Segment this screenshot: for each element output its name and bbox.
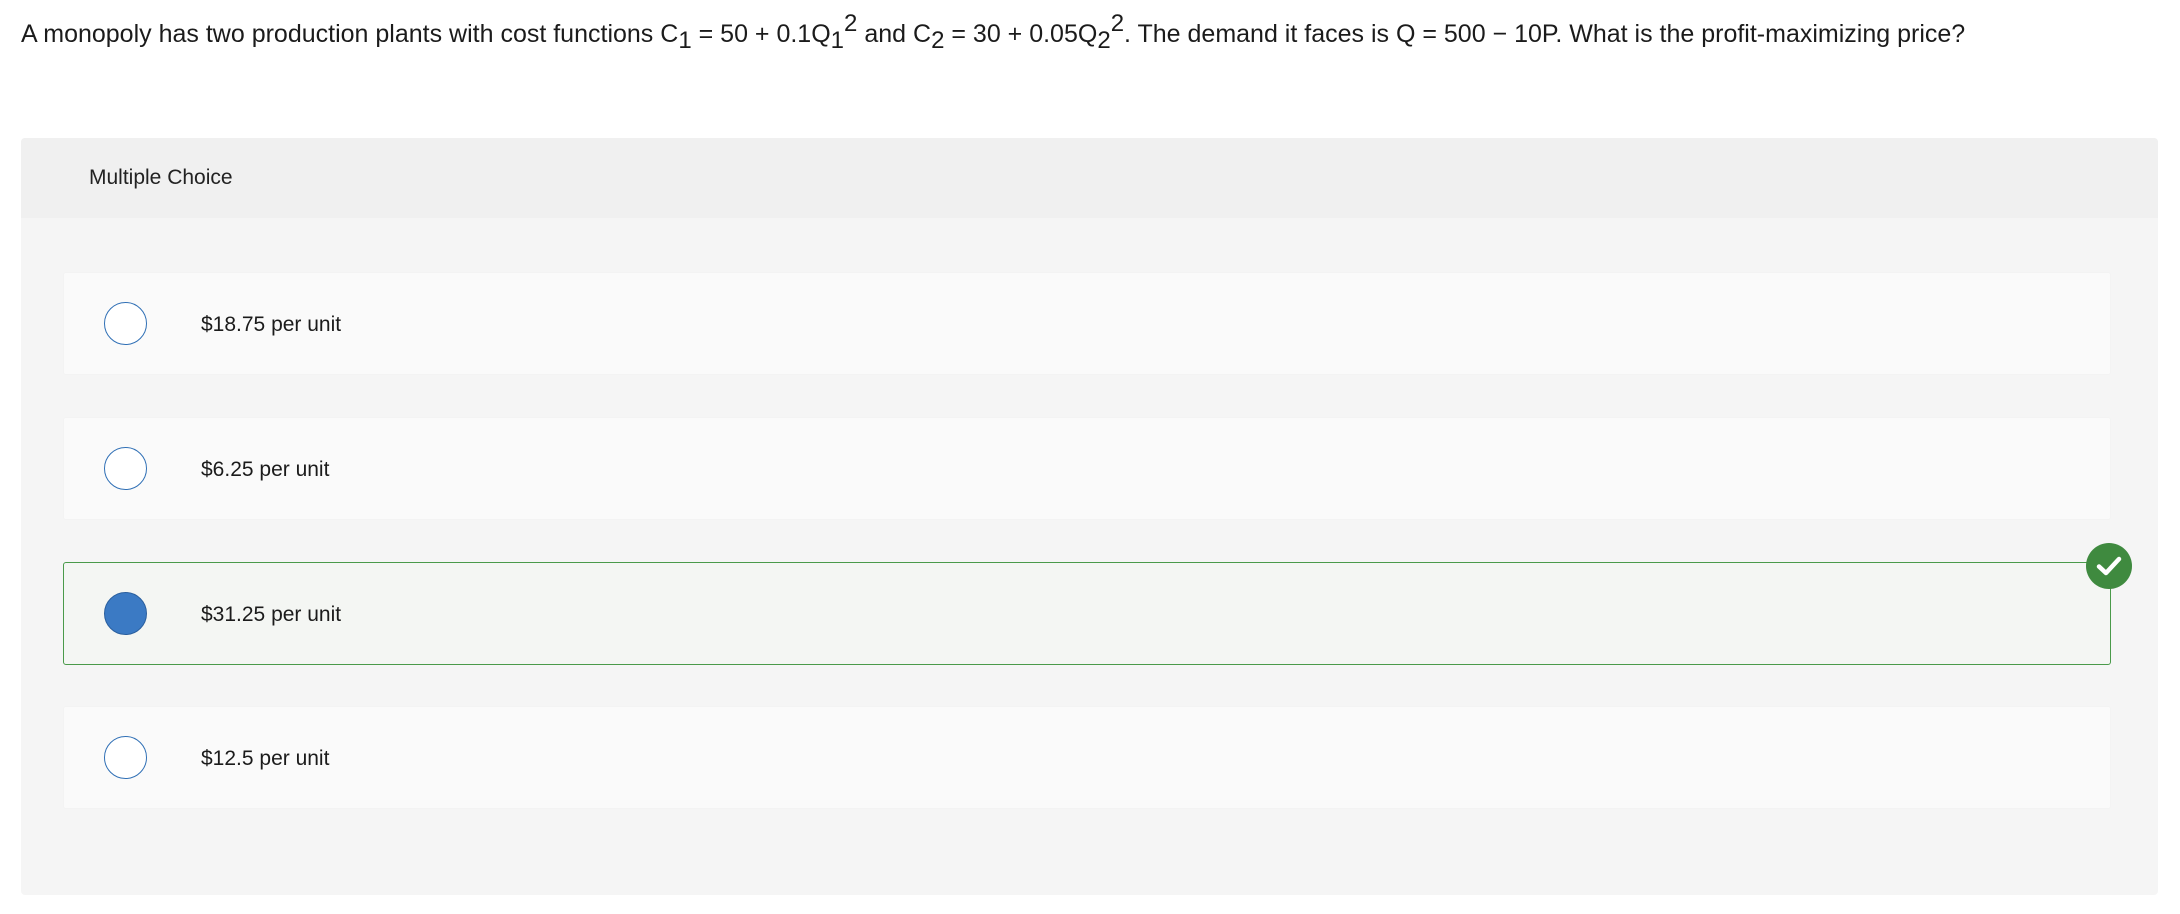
radio-button[interactable]: [104, 736, 147, 779]
question-part: A monopoly has two production plants wit…: [21, 20, 679, 48]
subscript: 1: [678, 27, 692, 54]
radio-button-selected[interactable]: [104, 592, 147, 635]
answer-option-3[interactable]: $31.25 per unit: [63, 562, 2111, 665]
subscript: 1: [830, 27, 845, 54]
multiple-choice-panel: Multiple Choice $18.75 per unit $6.25 pe…: [21, 138, 2158, 895]
answer-option-label: $31.25 per unit: [201, 603, 342, 626]
multiple-choice-title: Multiple Choice: [89, 166, 233, 189]
superscript: 2: [844, 10, 858, 37]
answer-option-2[interactable]: $6.25 per unit: [63, 417, 2111, 520]
answer-option-label: $12.5 per unit: [201, 747, 330, 770]
radio-button[interactable]: [104, 302, 147, 345]
answer-option-label: $18.75 per unit: [201, 313, 342, 336]
checkmark-icon: [2096, 556, 2122, 576]
subscript: 2: [1097, 27, 1111, 54]
question-part: and C: [857, 20, 932, 48]
multiple-choice-header: Multiple Choice: [21, 138, 2158, 218]
checkmark-circle-icon: [2086, 543, 2132, 589]
radio-button[interactable]: [104, 447, 147, 490]
question-text: A monopoly has two production plants wit…: [21, 12, 2141, 54]
answer-option-4[interactable]: $12.5 per unit: [63, 706, 2111, 809]
answer-option-1[interactable]: $18.75 per unit: [63, 272, 2111, 375]
question-part: = 50 + 0.1Q: [691, 20, 831, 48]
subscript: 2: [931, 27, 945, 54]
question-part: . The demand it faces is Q = 500 − 10P. …: [1124, 20, 1966, 48]
superscript: 2: [1110, 10, 1125, 37]
answer-option-label: $6.25 per unit: [201, 458, 330, 481]
question-part: = 30 + 0.05Q: [944, 20, 1098, 48]
